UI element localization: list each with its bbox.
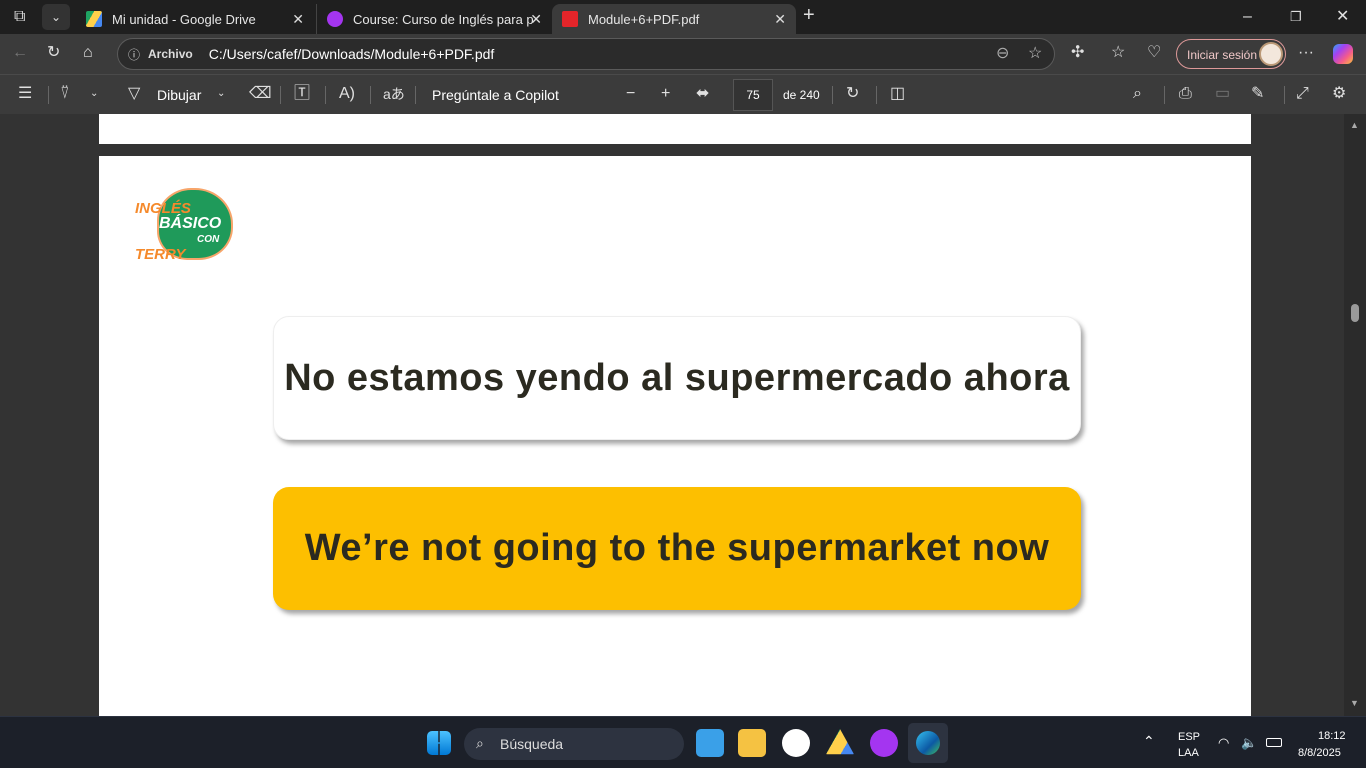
tab-title: Course: Curso de Inglés para princ xyxy=(353,11,533,27)
show-hidden-icons[interactable]: ⌃ xyxy=(1143,733,1155,750)
start-icon[interactable] xyxy=(427,731,451,755)
taskbar: ⌕ Búsqueda ⌃ ESP LAA ◠ 🔈 18:12 8/8/2025 xyxy=(0,716,1366,768)
restore-icon[interactable]: ❐ xyxy=(1290,9,1302,25)
clock-time[interactable]: 18:12 xyxy=(1318,730,1346,742)
scrollbar[interactable]: ▲ ▼ xyxy=(1344,114,1366,716)
tab-title: Mi unidad - Google Drive xyxy=(112,11,256,27)
scrollbar-thumb[interactable] xyxy=(1351,304,1359,322)
workspaces-icon[interactable]: ⧉ xyxy=(14,9,25,25)
page-number-input[interactable]: 75 xyxy=(733,79,773,111)
draw-button[interactable]: Dibujar xyxy=(157,87,201,103)
tab-google-drive[interactable]: Mi unidad - Google Drive ✕ xyxy=(76,4,314,34)
pdf-toolbar: ☰ ⍢ ⌄ ▽ Dibujar ⌄ ⌫ 🅃 A) aあ Pregúntale a… xyxy=(0,74,1366,114)
health-icon[interactable]: ♡ xyxy=(1147,45,1161,61)
keyboard-layout[interactable]: LAA xyxy=(1178,747,1199,759)
site-label: Archivo xyxy=(148,47,193,61)
save-as-icon[interactable]: ✎ xyxy=(1251,86,1264,102)
pdf-viewer: INGLÉS BÁSICO CON TERRY No estamos yendo… xyxy=(0,114,1344,716)
copilot-icon[interactable] xyxy=(1333,44,1353,64)
home-icon[interactable]: ⌂ xyxy=(83,45,93,61)
google-drive-icon xyxy=(86,11,102,27)
search-icon: ⌕ xyxy=(476,735,484,751)
ask-copilot-button[interactable]: Pregúntale a Copilot xyxy=(432,87,559,103)
close-window-icon[interactable]: ✕ xyxy=(1336,9,1349,25)
google-icon[interactable] xyxy=(782,729,810,757)
tab-actions-button[interactable]: ⌄ xyxy=(42,4,70,30)
notepad-icon[interactable] xyxy=(696,729,724,757)
spanish-sentence-card: No estamos yendo al supermercado ahora xyxy=(273,316,1081,440)
close-tab-icon[interactable]: ✕ xyxy=(292,11,304,28)
logo-text: TERRY xyxy=(135,246,186,263)
logo-text: CON xyxy=(197,234,220,245)
logo-text: BÁSICO xyxy=(159,215,222,232)
pdf-icon xyxy=(562,11,578,27)
tab-bar: ⧉ ⌄ Mi unidad - Google Drive ✕ Course: C… xyxy=(0,0,1366,34)
google-drive-icon[interactable] xyxy=(826,729,854,755)
volume-icon[interactable]: 🔈 xyxy=(1241,735,1257,751)
more-icon[interactable]: ··· xyxy=(1298,45,1314,61)
battery-icon[interactable] xyxy=(1266,738,1282,747)
save-icon[interactable]: ▭ xyxy=(1215,86,1230,102)
logo: INGLÉS BÁSICO CON TERRY xyxy=(135,188,235,264)
address-field[interactable]: ⓘ Archivo C:/Users/cafef/Downloads/Modul… xyxy=(117,38,1055,70)
print-icon[interactable]: ⎙ xyxy=(1179,86,1192,102)
sign-in-label: Iniciar sesión xyxy=(1187,48,1258,62)
tab-pdf[interactable]: Module+6+PDF.pdf ✕ xyxy=(552,4,796,34)
minimize-icon[interactable]: – xyxy=(1243,9,1252,25)
settings-icon[interactable]: ⚙ xyxy=(1332,86,1346,102)
url-text[interactable]: C:/Users/cafef/Downloads/Module+6+PDF.pd… xyxy=(209,46,495,62)
search-placeholder: Búsqueda xyxy=(500,736,564,752)
text-icon[interactable]: 🅃 xyxy=(294,86,310,102)
page-view-icon[interactable]: ◫ xyxy=(890,86,905,102)
language-indicator[interactable]: ESP xyxy=(1178,731,1200,743)
edge-taskbar-button[interactable] xyxy=(908,723,948,763)
sign-in-button[interactable]: Iniciar sesión xyxy=(1176,39,1286,69)
search-icon[interactable]: ⌕ xyxy=(1133,86,1142,102)
extensions-icon[interactable]: ✣ xyxy=(1071,45,1084,61)
translate-icon[interactable]: aあ xyxy=(383,86,405,102)
refresh-icon[interactable]: ↻ xyxy=(47,45,60,61)
address-bar-row: ← ↻ ⌂ ⓘ Archivo C:/Users/cafef/Downloads… xyxy=(0,34,1366,74)
search-box[interactable]: ⌕ Búsqueda xyxy=(464,728,684,760)
contents-icon[interactable]: ☰ xyxy=(18,86,32,102)
clock-date[interactable]: 8/8/2025 xyxy=(1298,747,1341,759)
udemy-icon[interactable] xyxy=(870,729,898,757)
rotate-icon[interactable]: ↻ xyxy=(846,86,859,102)
info-icon[interactable]: ⓘ xyxy=(128,46,140,63)
tab-title: Module+6+PDF.pdf xyxy=(588,11,700,27)
tab-course[interactable]: Course: Curso de Inglés para princ ✕ xyxy=(316,4,552,34)
chevron-down-icon[interactable]: ⌄ xyxy=(217,86,225,102)
wifi-icon[interactable]: ◠ xyxy=(1218,735,1229,751)
udemy-icon xyxy=(327,11,343,27)
scroll-up-icon[interactable]: ▲ xyxy=(1350,120,1359,130)
previous-page xyxy=(99,114,1251,144)
favorite-star-icon[interactable]: ☆ xyxy=(1028,46,1042,62)
english-sentence: We’re not going to the supermarket now xyxy=(304,527,1050,569)
edge-icon xyxy=(916,731,940,755)
draw-icon[interactable]: ▽ xyxy=(128,86,140,102)
zoom-in-icon[interactable]: + xyxy=(661,86,670,102)
close-tab-icon[interactable]: ✕ xyxy=(774,11,786,28)
english-sentence-card: We’re not going to the supermarket now xyxy=(273,487,1081,610)
read-aloud-icon[interactable]: A) xyxy=(339,86,355,102)
zoom-out-icon[interactable]: ⊖ xyxy=(996,46,1009,62)
file-explorer-icon[interactable] xyxy=(738,729,766,757)
zoom-out-icon[interactable]: − xyxy=(626,86,635,102)
back-icon[interactable]: ← xyxy=(12,45,28,61)
page-count: de 240 xyxy=(783,88,820,102)
new-tab-icon[interactable]: + xyxy=(803,5,815,25)
avatar xyxy=(1259,42,1283,66)
favorites-icon[interactable]: ☆ xyxy=(1111,45,1125,61)
fullscreen-icon[interactable]: ⤢ xyxy=(1296,86,1309,102)
spanish-sentence: No estamos yendo al supermercado ahora xyxy=(284,356,1070,399)
chevron-down-icon[interactable]: ⌄ xyxy=(90,86,98,102)
scroll-down-icon[interactable]: ▼ xyxy=(1350,698,1359,708)
close-tab-icon[interactable]: ✕ xyxy=(530,11,542,28)
highlight-icon[interactable]: ⍢ xyxy=(60,86,70,102)
fit-width-icon[interactable]: ⬌ xyxy=(696,86,709,102)
eraser-icon[interactable]: ⌫ xyxy=(249,86,272,102)
